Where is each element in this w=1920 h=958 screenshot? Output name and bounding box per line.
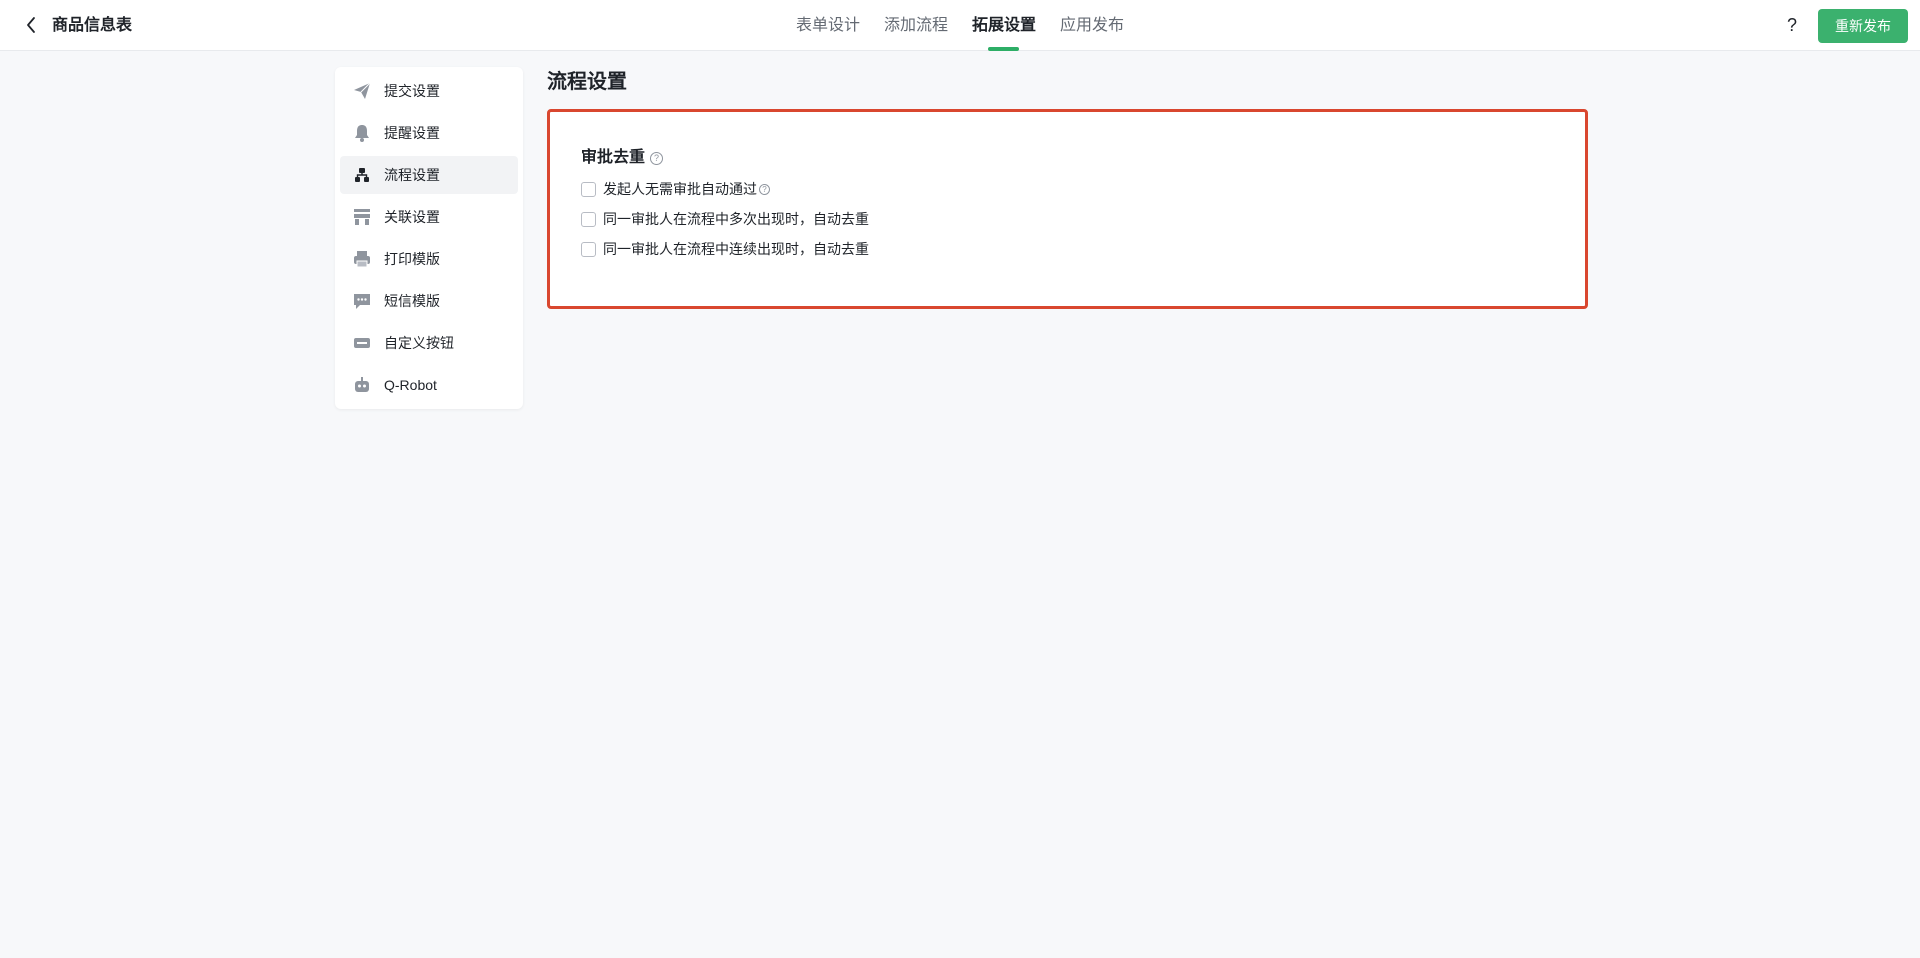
republish-button[interactable]: 重新发布 (1818, 9, 1908, 43)
top-tabs: 表单设计 添加流程 拓展设置 应用发布 (0, 0, 1920, 51)
paper-plane-icon (352, 81, 372, 101)
sidebar-item-link-settings[interactable]: 关联设置 (340, 198, 518, 236)
help-circle-icon[interactable]: ? (759, 183, 770, 195)
tab-app-publish[interactable]: 应用发布 (1060, 15, 1124, 36)
checkbox[interactable] (581, 211, 596, 227)
sidebar-item-custom-button[interactable]: 自定义按钮 (340, 324, 518, 362)
option-label: 发起人无需审批自动通过 (603, 181, 757, 197)
checkbox[interactable] (581, 181, 596, 197)
sidebar-item-label: 自定义按钮 (384, 335, 454, 351)
option-initiator-auto-approve[interactable]: 发起人无需审批自动通过 ? (581, 179, 770, 199)
link-settings-icon (352, 207, 372, 227)
sidebar-item-q-robot[interactable]: Q-Robot (340, 366, 518, 404)
approval-dedup-panel: 审批去重 ? 发起人无需审批自动通过 ? 同一审批人在流程中多次出现时，自动去重… (547, 109, 1588, 309)
sidebar-item-reminder-settings[interactable]: 提醒设置 (340, 114, 518, 152)
help-button[interactable]: ? (1782, 14, 1802, 36)
tab-add-flow[interactable]: 添加流程 (884, 15, 948, 36)
robot-icon (352, 375, 372, 395)
tab-form-design[interactable]: 表单设计 (796, 15, 860, 36)
printer-icon (352, 249, 372, 269)
option-dedup-multiple[interactable]: 同一审批人在流程中多次出现时，自动去重 (581, 209, 869, 229)
bell-icon (352, 123, 372, 143)
sidebar-item-label: 流程设置 (384, 167, 440, 183)
sidebar-item-label: 短信模版 (384, 293, 440, 309)
option-dedup-consecutive[interactable]: 同一审批人在流程中连续出现时，自动去重 (581, 239, 869, 259)
group-title: 审批去重 ? (581, 148, 664, 168)
flow-icon (352, 165, 372, 185)
help-circle-icon[interactable]: ? (650, 151, 664, 165)
sidebar-item-label: 关联设置 (384, 209, 440, 225)
checkbox[interactable] (581, 241, 596, 257)
section-title: 流程设置 (547, 71, 627, 93)
top-header: 商品信息表 表单设计 添加流程 拓展设置 应用发布 ? 重新发布 (0, 0, 1920, 51)
sidebar-item-flow-settings[interactable]: 流程设置 (340, 156, 518, 194)
option-label: 同一审批人在流程中连续出现时，自动去重 (603, 241, 869, 257)
message-icon (352, 291, 372, 311)
settings-sidebar: 提交设置 提醒设置 流程设置 关联设置 打印模版 短信模版 自定义按钮 Q-Ro… (335, 67, 523, 409)
group-title-text: 审批去重 (581, 149, 646, 166)
active-tab-indicator (988, 47, 1019, 51)
sidebar-item-label: 打印模版 (384, 251, 440, 267)
sidebar-item-label: 提交设置 (384, 83, 440, 99)
sidebar-item-label: 提醒设置 (384, 125, 440, 141)
option-label: 同一审批人在流程中多次出现时，自动去重 (603, 211, 869, 227)
sidebar-item-sms-template[interactable]: 短信模版 (340, 282, 518, 320)
sidebar-item-print-template[interactable]: 打印模版 (340, 240, 518, 278)
sidebar-item-submit-settings[interactable]: 提交设置 (340, 72, 518, 110)
tab-extension-settings[interactable]: 拓展设置 (972, 15, 1036, 36)
sidebar-item-label: Q-Robot (384, 377, 437, 393)
custom-button-icon (352, 333, 372, 353)
